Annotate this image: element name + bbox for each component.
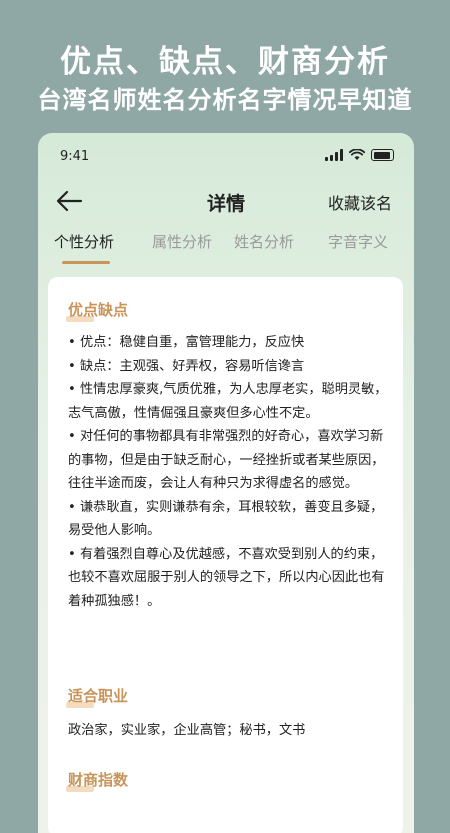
section-title-career: 适合职业	[66, 685, 128, 708]
tab-attributes[interactable]: 属性分析	[152, 231, 212, 252]
list-item: • 有着强烈自尊心及优越感，不喜欢受到别人的约束，也较不喜欢屈服于别人的领导之下…	[68, 546, 385, 609]
tab-bar: 个性分析 属性分析 姓名分析 字音字义	[38, 229, 414, 265]
list-item: • 性情忠厚豪爽,气质优雅，为人忠厚老实，聪明灵敏，志气高傲，性情倔强且豪爽但多…	[68, 382, 388, 421]
nav-bar: 详情 收藏该名	[38, 179, 414, 223]
hero-title: 优点、缺点、财商分析	[60, 44, 390, 80]
signal-icon	[325, 149, 343, 161]
section-title-wealth: 财商指数	[66, 769, 128, 792]
tab-name-analysis[interactable]: 姓名分析	[234, 231, 294, 252]
status-icons	[325, 149, 394, 161]
list-item: • 谦恭耿直，实则谦恭有余，耳根较软，善变且多疑，易受他人影响。	[68, 499, 384, 539]
tab-personality[interactable]: 个性分析	[54, 231, 114, 252]
list-item: • 对任何的事物都具有非常强烈的好奇心，喜欢学习新的事物，但是由于缺乏耐心，一经…	[68, 429, 385, 491]
tab-active-indicator	[62, 261, 110, 264]
wifi-icon	[349, 149, 365, 160]
battery-icon	[371, 149, 394, 161]
back-arrow-icon[interactable]	[54, 187, 84, 215]
tab-pronunciation[interactable]: 字音字义	[328, 231, 388, 252]
section-title-pros-cons: 优点缺点	[66, 299, 128, 322]
career-text: 政治家，实业家，企业高管；秘书，文书	[68, 723, 306, 738]
list-item: • 优点：稳健自重，富管理能力，反应快	[68, 335, 305, 350]
phone-screen: 9:41 详情 收藏该名 个性分析 属性分析 姓名分析 字音字义 优点缺点 • …	[38, 133, 414, 833]
status-bar: 9:41	[38, 133, 414, 179]
favorite-button[interactable]: 收藏该名	[328, 190, 392, 214]
list-item: • 缺点：主观强、好弄权，容易听信谗言	[68, 358, 305, 374]
status-time: 9:41	[60, 149, 90, 164]
content-card: 优点缺点 • 优点：稳健自重，富管理能力，反应快 • 缺点：主观强、好弄权，容易…	[48, 277, 403, 833]
pros-cons-list: • 优点：稳健自重，富管理能力，反应快 • 缺点：主观强、好弄权，容易听信谗言 …	[68, 331, 390, 613]
hero-subtitle: 台湾名师姓名分析名字情况早知道	[37, 86, 413, 114]
